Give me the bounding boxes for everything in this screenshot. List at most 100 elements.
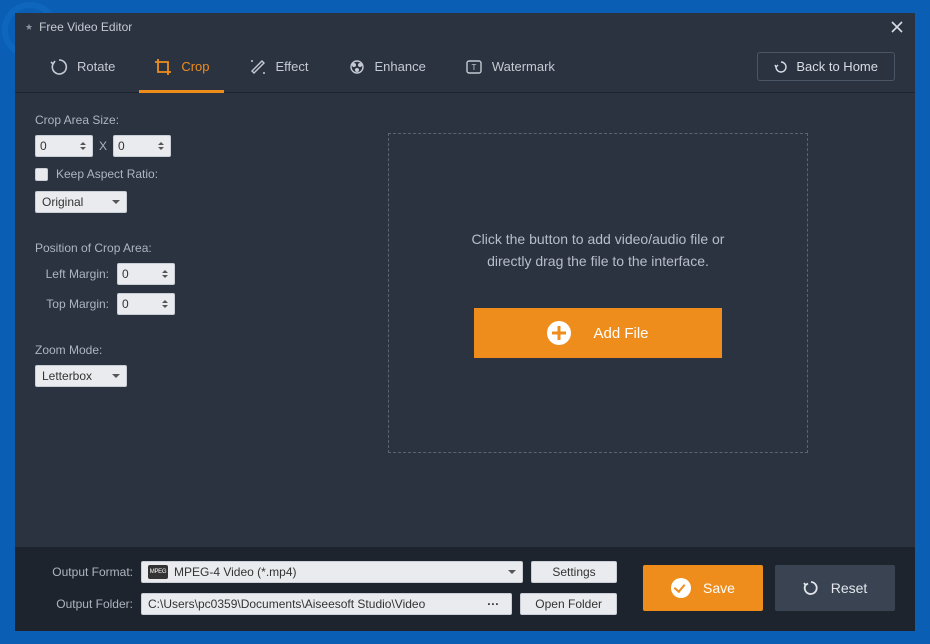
save-button[interactable]: Save <box>643 565 763 611</box>
tab-crop-label: Crop <box>181 59 209 74</box>
tabbar: Rotate Crop Effect Enhance T Watermark <box>15 41 915 93</box>
reset-label: Reset <box>831 580 868 596</box>
browse-button[interactable]: ··· <box>481 597 505 611</box>
zoom-mode-label: Zoom Mode: <box>35 343 248 357</box>
output-format-value: MPEG-4 Video (*.mp4) <box>174 565 297 579</box>
top-margin-row: Top Margin: 0 <box>35 293 248 315</box>
dropzone-line1: Click the button to add video/audio file… <box>472 228 725 250</box>
spin-down-icon[interactable] <box>158 147 164 150</box>
zoom-mode-section: Zoom Mode: Letterbox <box>35 343 248 387</box>
output-folder-input[interactable]: C:\Users\pc0359\Documents\Aiseesoft Stud… <box>141 593 512 615</box>
spin-up-icon[interactable] <box>162 300 168 303</box>
output-folder-row: Output Folder: C:\Users\pc0359\Documents… <box>35 593 617 615</box>
open-folder-button[interactable]: Open Folder <box>520 593 617 615</box>
spinner[interactable] <box>162 265 172 283</box>
app-window: ★ Free Video Editor Rotate Crop Effect <box>15 13 915 631</box>
tab-effect-label: Effect <box>276 59 309 74</box>
spinner[interactable] <box>80 137 90 155</box>
watermark-icon: T <box>464 57 484 77</box>
check-icon <box>671 578 691 598</box>
zoom-mode-value: Letterbox <box>42 369 92 383</box>
action-buttons: Save Reset <box>643 565 895 611</box>
back-arrow-icon <box>774 60 788 74</box>
spin-up-icon[interactable] <box>80 142 86 145</box>
left-margin-input[interactable]: 0 <box>117 263 175 285</box>
crop-icon <box>153 57 173 77</box>
keep-aspect-label: Keep Aspect Ratio: <box>56 167 158 181</box>
tab-rotate[interactable]: Rotate <box>35 41 129 93</box>
zoom-mode-select[interactable]: Letterbox <box>35 365 127 387</box>
top-margin-input[interactable]: 0 <box>117 293 175 315</box>
spin-down-icon[interactable] <box>162 305 168 308</box>
output-rows: Output Format: MPEG MPEG-4 Video (*.mp4)… <box>35 561 617 615</box>
keep-aspect-row: Keep Aspect Ratio: <box>35 167 248 181</box>
output-format-label: Output Format: <box>35 565 133 579</box>
tab-effect[interactable]: Effect <box>234 41 323 93</box>
top-margin-value: 0 <box>122 297 129 311</box>
left-margin-value: 0 <box>122 267 129 281</box>
crop-height-input[interactable]: 0 <box>113 135 171 157</box>
crop-width-input[interactable]: 0 <box>35 135 93 157</box>
rotate-icon <box>49 57 69 77</box>
size-separator: X <box>99 139 107 153</box>
chevron-down-icon <box>112 374 120 378</box>
crop-area-size-section: Crop Area Size: 0 X 0 Keep Aspect Ratio: <box>35 113 248 213</box>
crop-area-size-label: Crop Area Size: <box>35 113 248 127</box>
spin-down-icon[interactable] <box>162 275 168 278</box>
app-title: Free Video Editor <box>39 20 132 34</box>
enhance-icon <box>347 57 367 77</box>
save-label: Save <box>703 580 735 596</box>
spin-up-icon[interactable] <box>162 270 168 273</box>
dropzone-text: Click the button to add video/audio file… <box>472 228 725 273</box>
close-button[interactable] <box>887 17 907 37</box>
dropzone-line2: directly drag the file to the interface. <box>472 250 725 272</box>
spinner[interactable] <box>162 295 172 313</box>
dropzone[interactable]: Click the button to add video/audio file… <box>388 133 808 453</box>
bottom-bar: Output Format: MPEG MPEG-4 Video (*.mp4)… <box>15 547 915 631</box>
tab-watermark[interactable]: T Watermark <box>450 41 569 93</box>
spin-up-icon[interactable] <box>158 142 164 145</box>
top-margin-label: Top Margin: <box>35 297 113 311</box>
left-margin-label: Left Margin: <box>35 267 113 281</box>
add-file-label: Add File <box>593 325 648 342</box>
aspect-ratio-select[interactable]: Original <box>35 191 127 213</box>
reset-icon <box>803 580 819 596</box>
output-folder-value: C:\Users\pc0359\Documents\Aiseesoft Stud… <box>148 597 425 611</box>
chevron-down-icon <box>508 570 516 574</box>
aspect-ratio-value: Original <box>42 195 83 209</box>
crop-position-section: Position of Crop Area: Left Margin: 0 To… <box>35 241 248 315</box>
spinner[interactable] <box>158 137 168 155</box>
keep-aspect-checkbox[interactable] <box>35 168 48 181</box>
crop-size-row: 0 X 0 <box>35 135 248 157</box>
titlebar: ★ Free Video Editor <box>15 13 915 41</box>
output-format-row: Output Format: MPEG MPEG-4 Video (*.mp4)… <box>35 561 617 583</box>
back-home-label: Back to Home <box>796 59 878 74</box>
output-folder-label: Output Folder: <box>35 597 133 611</box>
output-format-select[interactable]: MPEG MPEG-4 Video (*.mp4) <box>141 561 523 583</box>
svg-text:T: T <box>471 63 476 72</box>
close-icon <box>891 21 903 33</box>
reset-button[interactable]: Reset <box>775 565 895 611</box>
tab-enhance-label: Enhance <box>375 59 426 74</box>
body-area: Crop Area Size: 0 X 0 Keep Aspect Ratio: <box>15 93 915 547</box>
crop-height-value: 0 <box>118 139 125 153</box>
spin-down-icon[interactable] <box>80 147 86 150</box>
settings-button[interactable]: Settings <box>531 561 617 583</box>
back-home-button[interactable]: Back to Home <box>757 52 895 81</box>
tab-watermark-label: Watermark <box>492 59 555 74</box>
add-file-button[interactable]: Add File <box>474 308 722 358</box>
preview-pane: Click the button to add video/audio file… <box>268 93 915 547</box>
crop-position-label: Position of Crop Area: <box>35 241 248 255</box>
effect-icon <box>248 57 268 77</box>
tab-enhance[interactable]: Enhance <box>333 41 440 93</box>
format-icon: MPEG <box>148 565 168 579</box>
crop-width-value: 0 <box>40 139 47 153</box>
plus-icon <box>547 321 571 345</box>
star-icon: ★ <box>25 22 33 33</box>
chevron-down-icon <box>112 200 120 204</box>
tab-rotate-label: Rotate <box>77 59 115 74</box>
tab-crop[interactable]: Crop <box>139 41 223 93</box>
crop-sidebar: Crop Area Size: 0 X 0 Keep Aspect Ratio: <box>15 93 268 547</box>
left-margin-row: Left Margin: 0 <box>35 263 248 285</box>
titlebar-left: ★ Free Video Editor <box>25 20 132 34</box>
